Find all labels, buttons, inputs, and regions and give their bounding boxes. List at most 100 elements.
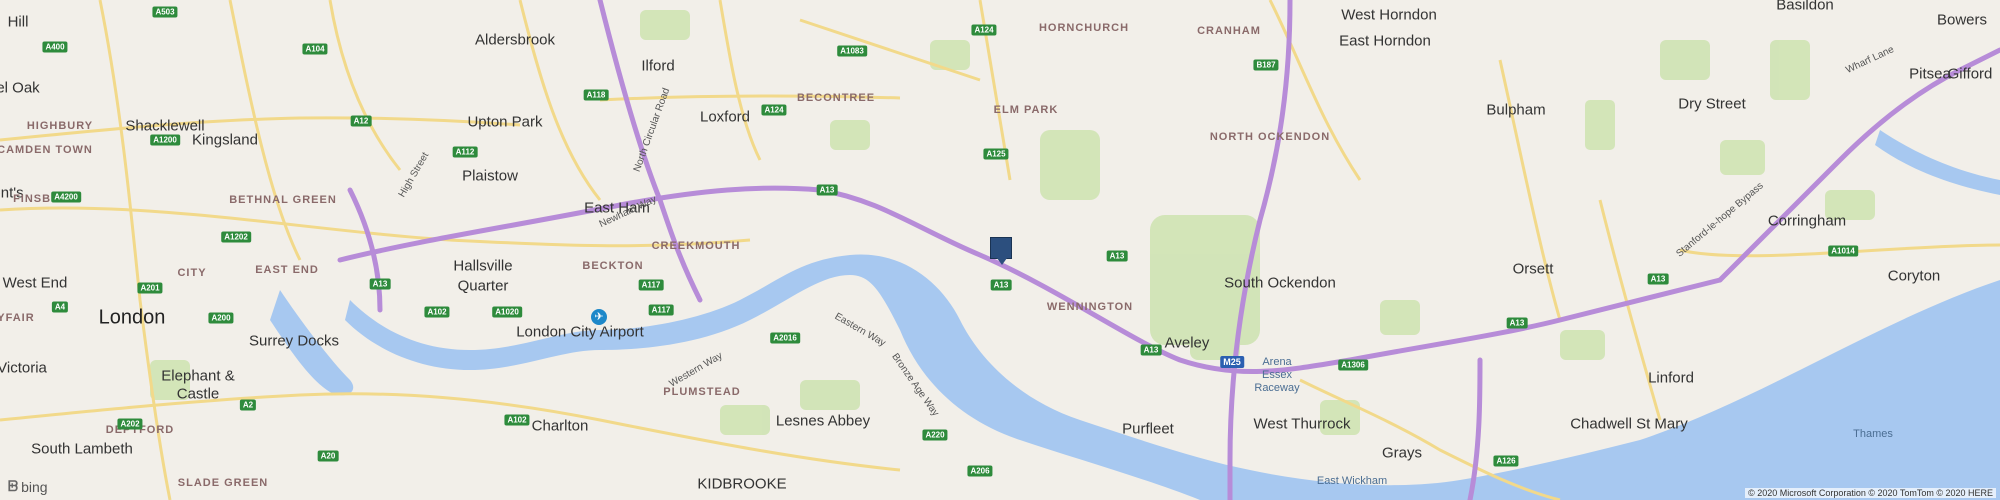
place-label: Surrey Docks [248,332,340,350]
thames-river [270,130,2000,500]
place-label: Aldersbrook [474,31,556,49]
place-label: Castle [176,385,220,403]
road-shield: A13 [816,184,838,196]
road-shield: A112 [452,146,478,158]
road-shield: A13 [1106,250,1128,262]
road-shield: A125 [983,148,1009,160]
place-label: Upton Park [467,113,543,131]
road-shield: A20 [317,450,339,462]
place-label: BECKTON [582,260,644,272]
location-pin[interactable] [990,237,1012,265]
place-label: NORTH OCKENDON [1209,131,1331,143]
road-shield: A12 [350,115,372,127]
place-label: Bulpham [1486,101,1546,119]
place-label: Grays [1381,444,1423,462]
road-shield: A202 [117,418,143,430]
road-shield: A2 [239,399,257,411]
place-label: South Ockendon [1224,274,1336,292]
place-label: el Oak [0,79,40,97]
bing-brand-text: bing [21,478,48,495]
place-label: Essex [1262,369,1292,381]
place-label: CAMDEN TOWN [0,144,93,156]
place-label: East Wickham [1316,475,1388,487]
place-label: ELM PARK [993,104,1059,116]
place-label: Ilford [641,57,675,75]
road-shield: A13 [1140,344,1162,356]
place-label: South Lambeth [31,440,133,458]
place-label: SLADE GREEN [177,477,269,489]
place-label: Coryton [1887,267,1941,285]
place-label: Arena [1262,356,1292,368]
place-label: BECONTREE [796,92,876,104]
road-shield: A200 [208,312,234,324]
place-label: Purfleet [1122,420,1174,438]
road-shield: A124 [971,24,997,36]
place-label: HORNCHURCH [1038,22,1130,34]
road-shield: M25 [1220,356,1244,368]
place-label: Elephant & [161,367,235,385]
road-shield: A117 [648,304,674,316]
place-label: CITY [177,267,207,279]
park-areas [150,10,1875,435]
road-shield: A13 [990,279,1012,291]
road-shield: A400 [42,41,68,53]
road-shield: A4 [51,301,69,313]
road-shield: B187 [1253,59,1279,71]
place-label: Loxford [699,108,751,126]
place-label: Gifford [1947,65,1993,83]
road-shield: A1200 [150,134,180,146]
road-shield: A1014 [1828,245,1858,257]
place-label: London City Airport [516,323,644,341]
place-label: Aveley [1164,334,1210,352]
place-label: Quarter [457,277,509,295]
road-shield: A503 [152,6,178,18]
place-label: Dry Street [1678,95,1746,113]
road-shield: A1202 [221,231,251,243]
place-label: Victoria [0,359,47,377]
map-copyright: © 2020 Microsoft Corporation © 2020 TomT… [1745,488,1996,498]
road-shield: A117 [638,279,664,291]
place-label: Linford [1648,369,1694,387]
road-shield: A104 [302,43,328,55]
road-shield: A201 [137,282,163,294]
place-label: Raceway [1254,382,1300,394]
place-label: CREEKMOUTH [651,240,741,252]
place-label: Chadwell St Mary [1570,415,1688,433]
place-label: KIDBROOKE [697,475,787,493]
place-label: Thames [1853,428,1893,440]
road-shield: A118 [583,89,609,101]
place-label: West End [2,274,68,292]
road-shield: A206 [967,465,993,477]
road-shield: A102 [504,414,530,426]
place-label: Basildon [1776,0,1834,14]
place-label: CRANHAM [1197,25,1261,37]
road-shield: A126 [1493,455,1519,467]
place-label: Hallsville [453,257,513,275]
place-label: West Horndon [1341,6,1437,24]
bing-brand: ᗸ bing [8,478,48,495]
road-shield: A13 [369,278,391,290]
place-label: Plaistow [462,167,518,185]
place-label: BETHNAL GREEN [229,194,337,206]
place-label: EAST END [255,264,319,276]
road-shield: A2016 [770,332,800,344]
map-canvas[interactable]: ✈ Hill el Oak HIGHBURY Shacklewell Aldersbro… [0,0,2000,500]
place-label: Pitsea [1909,65,1951,83]
place-label: London [98,306,166,329]
road-shield: A4200 [51,191,81,203]
road-shield: A102 [424,306,450,318]
place-label: Corringham [1767,212,1847,230]
place-label: HIGHBURY [26,120,94,132]
place-label: Bowers [1936,11,1988,29]
bing-logo-icon: ᗸ [8,478,19,494]
place-label: WENNINGTON [1046,301,1134,313]
place-label: East Horndon [1339,32,1431,50]
place-label: Hill [7,13,29,31]
road-shield: A1083 [837,45,867,57]
place-label: West Thurrock [1253,415,1351,433]
place-label: Orsett [1512,260,1554,278]
road-shield: A13 [1647,273,1669,285]
place-label: AYFAIR [0,312,35,324]
road-shield: A124 [761,104,787,116]
place-label: Kingsland [192,131,258,149]
